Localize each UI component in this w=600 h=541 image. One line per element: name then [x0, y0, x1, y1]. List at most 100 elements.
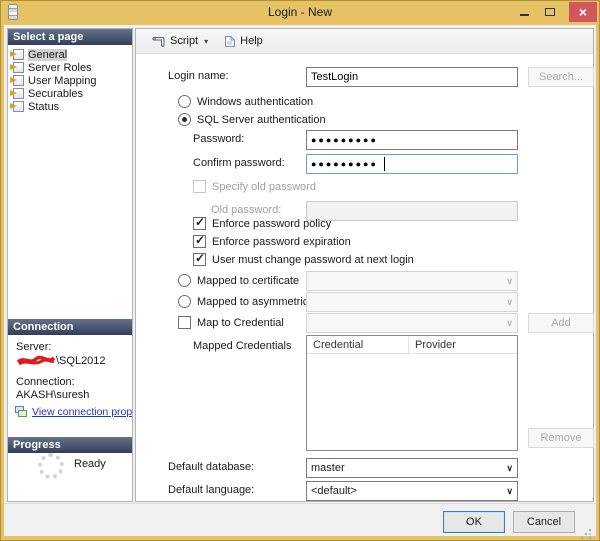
sidebar-item-user-mapping[interactable]: User Mapping	[13, 74, 96, 87]
old-password-input[interactable]	[306, 201, 518, 221]
mapped-to-certificate-radio[interactable]: Mapped to certificate	[178, 274, 299, 287]
sidebar: Select a page General Server Roles User …	[7, 28, 133, 502]
radio-icon	[178, 95, 191, 108]
enforce-password-policy-checkbox[interactable]: ✓ Enforce password policy	[193, 217, 331, 230]
server-instance: \SQL2012	[56, 355, 106, 367]
checkbox-label: User must change password at next login	[212, 254, 414, 266]
ok-button[interactable]: OK	[443, 511, 505, 533]
check-icon: ✓	[195, 233, 205, 247]
close-icon: ×	[579, 4, 587, 20]
checkbox-label: Specify old password	[212, 181, 316, 193]
sql-server-authentication-radio[interactable]: SQL Server authentication	[178, 113, 326, 126]
check-icon: ✓	[195, 251, 205, 265]
page-icon	[13, 101, 24, 112]
minimize-button[interactable]	[512, 2, 536, 22]
check-icon: ✓	[195, 215, 205, 229]
login-new-dialog: Login - New × Select a page General Serv…	[0, 0, 600, 541]
cancel-button[interactable]: Cancel	[513, 511, 575, 533]
credential-dropdown[interactable]: ∨	[306, 313, 518, 333]
sidebar-item-label: Securables	[28, 88, 83, 100]
password-input[interactable]	[306, 130, 518, 150]
window-title: Login - New	[0, 5, 600, 19]
search-button[interactable]: Search...	[528, 67, 594, 87]
connection-label: Connection:	[16, 376, 106, 389]
minimize-icon	[520, 14, 529, 16]
radio-icon	[178, 113, 191, 126]
view-connection-properties-link[interactable]: View connection properties	[32, 406, 133, 418]
asymmetric-key-dropdown[interactable]: ∨	[306, 292, 518, 312]
table-header: Credential Provider	[307, 336, 517, 354]
specify-old-password-checkbox[interactable]: Specify old password	[193, 180, 316, 193]
radio-label: Windows authentication	[197, 96, 313, 108]
script-dropdown-arrow-icon[interactable]: ▾	[204, 37, 208, 46]
help-icon	[224, 35, 236, 48]
windows-authentication-radio[interactable]: Windows authentication	[178, 95, 313, 108]
default-language-label: Default language:	[168, 484, 254, 496]
dropdown-value: <default>	[311, 485, 357, 497]
login-name-label: Login name:	[168, 70, 229, 82]
script-button[interactable]: Script ▾	[148, 33, 217, 50]
page-icon	[13, 62, 24, 73]
sidebar-item-label: Status	[28, 101, 59, 113]
default-database-dropdown[interactable]: master ∨	[306, 458, 518, 478]
checkbox-label: Enforce password expiration	[212, 236, 351, 248]
chevron-down-icon: ∨	[506, 486, 513, 497]
dropdown-value: master	[311, 462, 345, 474]
help-label: Help	[240, 35, 263, 47]
text-caret	[384, 157, 385, 171]
maximize-icon	[545, 8, 555, 16]
confirm-password-input[interactable]	[306, 154, 518, 174]
chevron-down-icon: ∨	[506, 318, 513, 329]
view-connection-properties-row: View connection properties	[15, 406, 133, 418]
progress-header: Progress	[8, 437, 132, 453]
server-label: Server:	[16, 341, 106, 354]
connection-properties-icon	[15, 406, 28, 418]
connection-header: Connection	[8, 319, 132, 335]
dialog-body: Select a page General Server Roles User …	[4, 25, 596, 536]
checkbox-icon: ✓	[193, 217, 206, 230]
page-icon	[13, 75, 24, 86]
default-database-label: Default database:	[168, 461, 254, 473]
checkbox-icon: ✓	[193, 235, 206, 248]
must-change-password-checkbox[interactable]: ✓ User must change password at next logi…	[193, 253, 414, 266]
sidebar-item-label: General	[28, 49, 67, 61]
maximize-button[interactable]	[538, 2, 562, 22]
radio-icon	[178, 274, 191, 287]
confirm-password-wrap	[306, 154, 518, 174]
column-header-provider: Provider	[409, 339, 456, 351]
radio-icon	[178, 295, 191, 308]
page-icon	[13, 88, 24, 99]
script-icon	[151, 35, 166, 48]
arrow-icon	[10, 77, 17, 83]
mapped-credentials-table[interactable]: Credential Provider	[306, 335, 518, 451]
default-language-dropdown[interactable]: <default> ∨	[306, 481, 518, 501]
chevron-down-icon: ∨	[506, 297, 513, 308]
sidebar-item-label: User Mapping	[28, 75, 96, 87]
chevron-down-icon: ∨	[506, 276, 513, 287]
map-to-credential-checkbox[interactable]: Map to Credential	[178, 316, 284, 329]
progress-spinner-icon	[38, 453, 64, 479]
titlebar[interactable]: Login - New ×	[0, 0, 600, 25]
remove-button[interactable]: Remove	[528, 428, 594, 448]
help-button[interactable]: Help	[221, 33, 266, 50]
close-button[interactable]: ×	[569, 2, 597, 22]
enforce-password-expiration-checkbox[interactable]: ✓ Enforce password expiration	[193, 235, 351, 248]
sidebar-item-securables[interactable]: Securables	[13, 87, 96, 100]
mapped-credentials-label: Mapped Credentials	[193, 340, 291, 352]
sidebar-item-server-roles[interactable]: Server Roles	[13, 61, 96, 74]
confirm-password-label: Confirm password:	[193, 157, 285, 169]
sidebar-item-general[interactable]: General	[13, 48, 96, 61]
sidebar-item-status[interactable]: Status	[13, 100, 96, 113]
connection-info: Server: \SQL2012 Connection: AKASH\sures…	[16, 341, 106, 402]
resize-grip[interactable]	[589, 529, 591, 531]
checkbox-label: Enforce password policy	[212, 218, 331, 230]
certificate-dropdown[interactable]: ∨	[306, 271, 518, 291]
server-value: \SQL2012	[16, 354, 106, 368]
sidebar-item-label: Server Roles	[28, 62, 92, 74]
redaction-scribble-icon	[16, 354, 56, 367]
add-button[interactable]: Add	[528, 313, 594, 333]
radio-label: SQL Server authentication	[197, 114, 326, 126]
page-tree: General Server Roles User Mapping Secura…	[13, 48, 96, 113]
checkbox-icon	[178, 316, 191, 329]
login-name-input[interactable]	[306, 67, 518, 87]
